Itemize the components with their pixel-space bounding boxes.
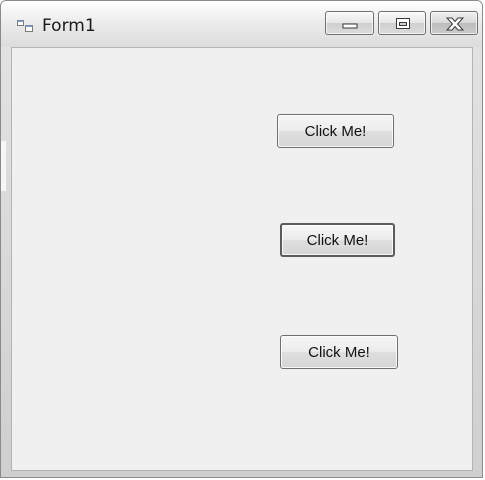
close-icon bbox=[445, 17, 465, 31]
click-me-button-2[interactable]: Click Me! bbox=[280, 223, 395, 257]
maximize-button[interactable] bbox=[378, 11, 426, 35]
form-window-icon bbox=[17, 19, 33, 33]
click-me-button-3[interactable]: Click Me! bbox=[280, 335, 398, 369]
window-border-grip bbox=[1, 141, 6, 191]
click-me-button-1[interactable]: Click Me! bbox=[277, 114, 394, 148]
window-title: Form1 bbox=[42, 16, 96, 36]
minimize-button[interactable] bbox=[325, 11, 374, 35]
title-bar[interactable]: Form1 bbox=[1, 1, 482, 47]
minimize-icon bbox=[342, 23, 358, 29]
form1-window: Form1 Click Me! Click Me! Click Me! bbox=[0, 0, 483, 478]
form-client-area: Click Me! Click Me! Click Me! bbox=[11, 47, 473, 471]
maximize-icon bbox=[396, 18, 410, 29]
close-button[interactable] bbox=[430, 11, 478, 35]
